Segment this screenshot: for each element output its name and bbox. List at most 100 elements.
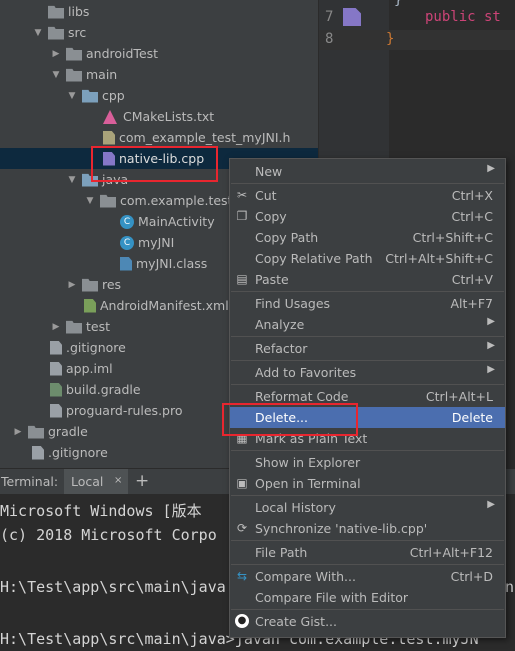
tree-item-header-file[interactable]: com_example_test_myJNI.h — [0, 127, 318, 148]
chevron-right-icon[interactable]: ▶ — [50, 49, 62, 59]
code-editor[interactable]: 7 8 } public st } — [319, 0, 515, 52]
submenu-arrow-icon: ▶ — [487, 316, 495, 327]
chevron-down-icon[interactable]: ▼ — [50, 70, 62, 80]
menu-item-file-path[interactable]: File Path Ctrl+Alt+F12 — [230, 542, 505, 563]
chevron-right-icon[interactable]: ▶ — [66, 280, 78, 290]
folder-icon — [82, 278, 98, 292]
annotation-box-delete — [222, 403, 358, 436]
manifest-icon — [84, 298, 96, 313]
header-file-icon — [103, 130, 115, 145]
menu-item-compare-file-with-editor[interactable]: Compare File with Editor — [230, 587, 505, 608]
menu-item-label: Add to Favorites — [255, 365, 357, 380]
annotation-box-native-lib — [91, 146, 218, 182]
submenu-arrow-icon: ▶ — [487, 364, 495, 375]
menu-shortcut: Ctrl+Alt+Shift+C — [385, 251, 493, 266]
menu-item-synchronize[interactable]: ⟳ Synchronize 'native-lib.cpp' — [230, 518, 505, 539]
menu-item-label: Find Usages — [255, 296, 331, 311]
chevron-down-icon[interactable]: ▼ — [66, 175, 78, 185]
menu-separator — [231, 336, 504, 337]
folder-icon — [48, 5, 64, 19]
tree-item-label: MainActivity — [138, 214, 215, 229]
menu-separator — [231, 564, 504, 565]
tree-item-label: myJNI — [138, 235, 175, 250]
folder-icon — [28, 425, 44, 439]
tree-item-label: build.gradle — [66, 382, 141, 397]
menu-item-add-to-favorites[interactable]: Add to Favorites ▶ — [230, 362, 505, 383]
folder-icon — [66, 320, 82, 334]
menu-item-label: Synchronize 'native-lib.cpp' — [255, 521, 428, 536]
tree-item-label: res — [102, 277, 122, 292]
menu-item-label: New — [255, 164, 283, 179]
menu-shortcut: Alt+F7 — [450, 296, 493, 311]
tree-item-main[interactable]: ▼ main — [0, 64, 318, 85]
cmake-icon — [103, 109, 119, 124]
menu-shortcut: Ctrl+C — [451, 209, 493, 224]
copy-icon: ❐ — [236, 209, 248, 223]
tree-item-label: AndroidManifest.xml — [100, 298, 229, 313]
tree-item-libs[interactable]: libs — [0, 1, 318, 22]
terminal-line: n — [505, 578, 515, 596]
menu-item-open-in-terminal[interactable]: ▣ Open in Terminal — [230, 473, 505, 494]
folder-icon — [48, 26, 64, 40]
chevron-down-icon[interactable]: ▼ — [66, 91, 78, 101]
github-icon: ● — [235, 614, 249, 628]
tree-item-label: app.iml — [66, 361, 113, 376]
folder-icon — [66, 47, 82, 61]
menu-item-compare-with[interactable]: ⇆ Compare With... Ctrl+D — [230, 566, 505, 587]
menu-item-copy-path[interactable]: Copy Path Ctrl+Shift+C — [230, 227, 505, 248]
menu-shortcut: Ctrl+D — [450, 569, 493, 584]
file-icon — [32, 445, 44, 460]
folder-icon — [66, 68, 82, 82]
line-number: 7 — [325, 9, 334, 25]
menu-item-copy-relative-path[interactable]: Copy Relative Path Ctrl+Alt+Shift+C — [230, 248, 505, 269]
tree-item-androidtest[interactable]: ▶ androidTest — [0, 43, 318, 64]
tree-item-cmakelists[interactable]: CMakeLists.txt — [0, 106, 318, 127]
tree-item-cpp[interactable]: ▼ cpp — [0, 85, 318, 106]
menu-separator — [231, 540, 504, 541]
menu-separator — [231, 360, 504, 361]
compare-icon: ⇆ — [236, 569, 248, 583]
menu-item-paste[interactable]: ▤ Paste Ctrl+V — [230, 269, 505, 290]
menu-item-find-usages[interactable]: Find Usages Alt+F7 — [230, 293, 505, 314]
terminal-line: (c) 2018 Microsoft Corpo — [0, 526, 217, 544]
submenu-arrow-icon: ▶ — [487, 163, 495, 174]
gradle-file-icon — [50, 382, 62, 397]
context-menu: New ▶ ✂ Cut Ctrl+X ❐ Copy Ctrl+C Copy Path Ctr… — [229, 158, 506, 638]
menu-item-copy[interactable]: ❐ Copy Ctrl+C — [230, 206, 505, 227]
menu-item-analyze[interactable]: Analyze ▶ — [230, 314, 505, 335]
menu-shortcut: Delete — [451, 410, 493, 425]
chevron-right-icon[interactable]: ▶ — [50, 322, 62, 332]
close-icon[interactable]: × — [114, 475, 122, 486]
chevron-down-icon[interactable]: ▼ — [84, 196, 96, 206]
menu-item-label: Compare File with Editor — [255, 590, 409, 605]
tree-item-label: myJNI.class — [136, 256, 208, 271]
scissors-icon: ✂ — [236, 188, 248, 202]
menu-item-label: Reformat Code — [255, 389, 349, 404]
menu-item-show-in-explorer[interactable]: Show in Explorer — [230, 452, 505, 473]
menu-item-label: Refactor — [255, 341, 308, 356]
add-tab-button[interactable]: + — [135, 471, 149, 491]
tab-local[interactable]: Local × — [64, 469, 128, 495]
menu-item-label: Open in Terminal — [255, 476, 361, 491]
menu-item-create-gist[interactable]: ● Create Gist... — [230, 611, 505, 632]
chevron-down-icon[interactable]: ▼ — [32, 28, 44, 38]
submenu-arrow-icon: ▶ — [487, 499, 495, 510]
terminal-line: Microsoft Windows [版本 — [0, 502, 202, 520]
menu-item-refactor[interactable]: Refactor ▶ — [230, 338, 505, 359]
menu-item-local-history[interactable]: Local History ▶ — [230, 497, 505, 518]
menu-separator — [231, 183, 504, 184]
tree-item-label: com.example.test — [120, 193, 233, 208]
tree-item-label: cpp — [102, 88, 125, 103]
menu-item-label: Cut — [255, 188, 277, 203]
menu-item-new[interactable]: New ▶ — [230, 161, 505, 182]
tree-item-src[interactable]: ▼ src — [0, 22, 318, 43]
code-text: } — [386, 31, 395, 47]
tree-item-label: CMakeLists.txt — [123, 109, 215, 124]
menu-separator — [231, 609, 504, 610]
chevron-right-icon[interactable]: ▶ — [12, 427, 24, 437]
file-icon — [50, 340, 62, 355]
menu-separator — [231, 384, 504, 385]
menu-item-cut[interactable]: ✂ Cut Ctrl+X — [230, 185, 505, 206]
paste-icon: ▤ — [236, 272, 248, 286]
tree-item-label: src — [68, 25, 87, 40]
